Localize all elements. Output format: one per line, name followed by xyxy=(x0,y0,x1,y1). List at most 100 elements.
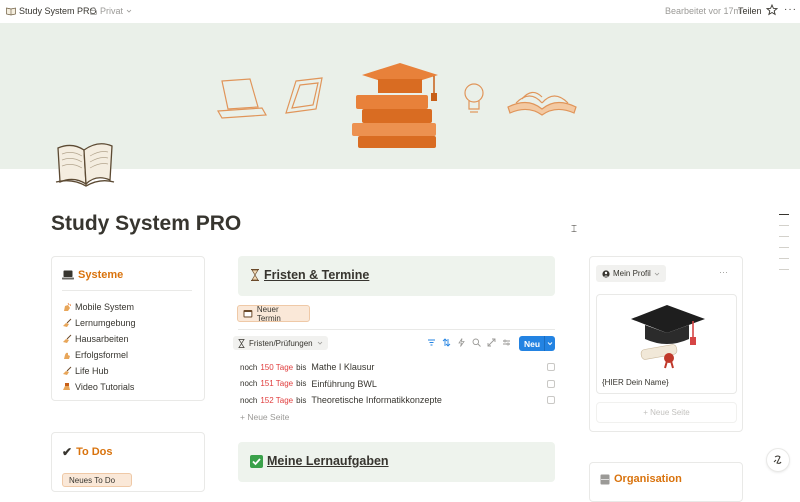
hourglass-icon xyxy=(251,269,259,281)
table-row[interactable]: noch 151 Tage bis Einführung BWL xyxy=(240,376,555,393)
cover-image xyxy=(0,23,800,169)
page-book-icon[interactable] xyxy=(54,138,116,190)
database-view-tab[interactable]: Fristen/Prüfungen xyxy=(233,336,328,350)
lernaufgaben-callout: Meine Lernaufgaben xyxy=(238,442,555,482)
new-entry-button[interactable]: Neu xyxy=(519,336,555,351)
row-suffix: bis xyxy=(296,362,307,372)
lightning-icon[interactable] xyxy=(457,338,466,347)
row-prefix: noch xyxy=(240,379,258,389)
filter-icon[interactable] xyxy=(427,338,436,347)
new-todo-button[interactable]: Neues To Do xyxy=(62,473,132,487)
table-of-contents-indicator[interactable] xyxy=(779,214,789,280)
sparkle-hand-icon xyxy=(64,302,71,311)
row-task[interactable]: Mathe I Klausur xyxy=(311,362,374,372)
systeme-item-label: Life Hub xyxy=(75,366,109,376)
row-prefix: noch xyxy=(240,395,258,405)
row-days: 152 Tage xyxy=(260,395,294,405)
new-page-label: Neue Seite xyxy=(247,412,290,422)
hourglass-icon xyxy=(238,338,245,348)
systeme-list: Mobile System Lernumgebung Hausarbeiten … xyxy=(62,299,136,395)
organisation-heading: Organisation xyxy=(600,473,682,485)
chevron-down-icon[interactable] xyxy=(544,336,555,351)
systeme-item-lernumgebung[interactable]: Lernumgebung xyxy=(62,315,136,331)
row-prefix: noch xyxy=(240,362,258,372)
open-book-icon xyxy=(6,7,16,16)
row-checkbox[interactable] xyxy=(547,363,555,371)
page-title[interactable]: Study System PRO xyxy=(51,212,241,236)
profile-card: Mein Profil ··· {HIER Dein Name} + Neue … xyxy=(589,256,743,432)
todos-heading-label: To Dos xyxy=(76,446,113,458)
help-button[interactable] xyxy=(767,449,789,471)
row-days: 151 Tage xyxy=(260,379,294,389)
file-cabinet-icon xyxy=(600,474,610,484)
systeme-item-mobile-system[interactable]: Mobile System xyxy=(62,299,136,315)
lightbulb-sketch xyxy=(464,83,484,113)
search-icon[interactable] xyxy=(472,338,481,347)
systeme-item-label: Hausarbeiten xyxy=(75,334,129,344)
row-days: 150 Tage xyxy=(260,362,294,372)
new-page-button[interactable]: + Neue Seite xyxy=(240,412,289,422)
settings-sliders-icon[interactable] xyxy=(502,338,511,347)
writing-hand-icon xyxy=(63,334,72,343)
plus-icon: + xyxy=(643,408,651,417)
writing-hand-icon xyxy=(63,366,72,375)
star-icon[interactable] xyxy=(766,4,778,16)
todos-heading: ✔ To Dos xyxy=(62,445,113,459)
fristen-heading[interactable]: Fristen & Termine xyxy=(250,268,369,282)
organisation-card: Organisation xyxy=(589,462,743,502)
graduation-cap-icon xyxy=(631,305,705,369)
open-book-sketch xyxy=(507,91,577,116)
systeme-item-video-tutorials[interactable]: Video Tutorials xyxy=(62,379,136,395)
lernaufgaben-heading[interactable]: Meine Lernaufgaben xyxy=(250,454,389,468)
new-appointment-button[interactable]: Neuer Termin xyxy=(237,304,310,323)
share-button[interactable]: Teilen xyxy=(738,6,762,16)
profile-name: {HIER Dein Name} xyxy=(602,378,669,387)
row-checkbox[interactable] xyxy=(547,396,555,404)
text-cursor-icon: ⌶ xyxy=(571,224,577,235)
books-cap-sketch xyxy=(352,63,438,148)
systeme-item-hausarbeiten[interactable]: Hausarbeiten xyxy=(62,331,136,347)
table-row[interactable]: noch 152 Tage bis Theoretische Informati… xyxy=(240,392,555,409)
expand-icon[interactable] xyxy=(487,338,496,347)
database-view-label: Fristen/Prüfungen xyxy=(249,338,313,348)
more-options-icon[interactable]: ··· xyxy=(719,267,728,277)
more-options-icon[interactable]: ··· xyxy=(784,4,797,15)
laptop-sketch xyxy=(217,78,267,119)
chevron-down-icon xyxy=(654,272,660,276)
divider xyxy=(62,290,192,291)
systeme-item-life-hub[interactable]: Life Hub xyxy=(62,363,136,379)
profile-view-label: Mein Profil xyxy=(613,269,651,278)
new-page-button[interactable]: + Neue Seite xyxy=(596,402,737,423)
flexed-biceps-icon xyxy=(64,352,70,359)
database-toolbar xyxy=(427,338,511,347)
chevron-down-icon xyxy=(126,9,132,13)
systeme-item-label: Lernumgebung xyxy=(75,318,136,328)
cover-illustration xyxy=(217,63,577,148)
systeme-item-label: Mobile System xyxy=(75,302,135,312)
systeme-heading-label: Systeme xyxy=(78,269,124,281)
laptop-icon xyxy=(62,270,74,280)
row-checkbox[interactable] xyxy=(547,379,555,388)
edited-timestamp: Bearbeitet vor 17m xyxy=(665,6,742,16)
new-page-label: Neue Seite xyxy=(650,408,690,417)
new-appointment-label: Neuer Termin xyxy=(256,304,281,323)
fristen-callout: Fristen & Termine xyxy=(238,256,555,296)
calendar-icon xyxy=(243,310,253,318)
notion-ai-icon xyxy=(773,455,782,464)
row-task[interactable]: Einführung BWL xyxy=(311,379,377,389)
organisation-heading-label: Organisation xyxy=(614,473,682,485)
row-suffix: bis xyxy=(296,395,307,405)
fristen-heading-label: Fristen & Termine xyxy=(264,268,370,282)
new-entry-label: Neu xyxy=(524,338,541,349)
row-task[interactable]: Theoretische Informatikkonzepte xyxy=(311,395,442,405)
profile-gallery-card[interactable]: {HIER Dein Name} xyxy=(596,294,737,394)
breadcrumb-page-title[interactable]: Study System PRO xyxy=(19,6,97,16)
sort-icon[interactable] xyxy=(442,338,451,347)
profile-view-tab[interactable]: Mein Profil xyxy=(596,265,666,282)
table-row[interactable]: noch 150 Tage bis Mathe I Klausur xyxy=(240,359,555,376)
lock-icon xyxy=(90,7,97,15)
systeme-heading: Systeme xyxy=(62,269,123,281)
privacy-selector[interactable]: Privat xyxy=(90,6,132,16)
writing-hand-icon xyxy=(63,318,72,327)
systeme-item-erfolgsformel[interactable]: Erfolgsformel xyxy=(62,347,136,363)
